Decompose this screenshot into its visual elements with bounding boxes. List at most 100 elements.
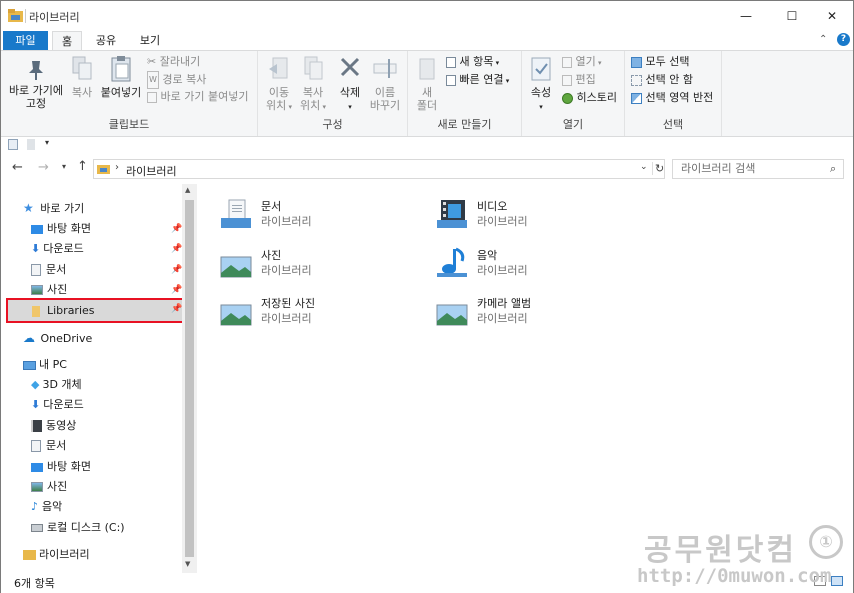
nav-pictures[interactable]: 사진 📌	[31, 280, 183, 300]
open-button[interactable]: 열기 ▾	[562, 54, 602, 70]
nav-libraries[interactable]: 라이브러리	[23, 545, 90, 565]
help-icon[interactable]: ?	[837, 33, 850, 46]
properties-check-icon[interactable]	[8, 139, 18, 150]
open-group: 속성 ▾ 열기 ▾ 편집 히스토리 열기	[522, 51, 625, 136]
library-item-documents[interactable]: 문서 라이브러리	[219, 198, 399, 238]
new-folder-button[interactable]: 새 폴더	[412, 55, 442, 112]
pictures-library-icon	[220, 256, 252, 278]
library-item-pictures[interactable]: 사진 라이브러리	[219, 247, 399, 287]
refresh-icon[interactable]: ↻	[652, 162, 664, 175]
pin-quick-access-button[interactable]: 바로 가기에 고정	[7, 59, 65, 110]
nav-pc-desktop-label: 바탕 화면	[47, 460, 91, 473]
folder-icon	[32, 306, 40, 317]
nav-scrollbar[interactable]: ▲ ▼	[182, 184, 197, 573]
breadcrumb-library[interactable]: 라이브러리	[126, 163, 177, 179]
copy-path-button[interactable]: W 경로 복사	[147, 71, 206, 89]
nav-desktop[interactable]: 바탕 화면 📌	[31, 219, 183, 239]
close-button[interactable]: ✕	[809, 1, 854, 31]
nav-libraries-root-label: 라이브러리	[39, 548, 90, 561]
scroll-up-icon[interactable]: ▲	[185, 186, 190, 194]
tab-view[interactable]: 보기	[135, 31, 165, 50]
minimize-button[interactable]: —	[723, 1, 769, 31]
nav-videos[interactable]: 동영상	[31, 416, 76, 436]
easy-access-button[interactable]: 빠른 연결 ▾	[446, 72, 509, 88]
large-icons-view-icon[interactable]	[831, 576, 843, 586]
item-count: 6개 항목	[14, 577, 55, 590]
forward-arrow-icon[interactable]: →	[38, 160, 49, 175]
rename-label-2: 바꾸기	[369, 99, 401, 112]
new-item-button[interactable]: 새 항목 ▾	[446, 54, 499, 70]
tab-file[interactable]: 파일	[3, 31, 48, 50]
nav-quick-access[interactable]: ★ 바로 가기	[23, 198, 84, 218]
item-type: 라이브러리	[477, 312, 528, 325]
nav-pc-pictures[interactable]: 사진	[31, 477, 67, 497]
library-item-saved-pictures[interactable]: 저장된 사진 라이브러리	[219, 295, 399, 335]
nav-pc-documents-label: 문서	[46, 439, 67, 452]
address-dropdown-icon[interactable]: ⌄	[640, 162, 648, 172]
nav-pc-desktop[interactable]: 바탕 화면	[31, 457, 91, 477]
nav-libraries-label: Libraries	[47, 304, 95, 317]
library-item-camera-roll[interactable]: 카메라 앨범 라이브러리	[435, 295, 615, 335]
delete-label: 삭제	[339, 86, 361, 99]
nav-pc-downloads-label: 다운로드	[43, 398, 84, 411]
item-type: 라이브러리	[261, 312, 312, 325]
rename-button[interactable]: 이름 바꾸기	[368, 55, 402, 112]
move-to-button[interactable]: 이동 위치 ▾	[262, 55, 296, 114]
nav-onedrive[interactable]: ☁ OneDrive	[23, 328, 92, 348]
search-placeholder: 라이브러리 검색	[681, 162, 756, 175]
library-item-music[interactable]: 음악 라이브러리	[435, 247, 615, 287]
copy-icon	[72, 56, 92, 80]
address-box[interactable]: › 라이브러리 ⌄ ↻	[93, 159, 665, 179]
nav-pc-downloads[interactable]: ⬇ 다운로드	[31, 395, 84, 415]
select-none-button[interactable]: 선택 안 함	[631, 72, 693, 88]
pictures-icon	[31, 285, 43, 295]
scrollbar-thumb[interactable]	[185, 200, 194, 557]
properties-button[interactable]: 속성 ▾	[526, 55, 556, 114]
new-folder-small-icon[interactable]	[27, 139, 35, 150]
nav-music-label: 음악	[42, 500, 63, 513]
chevron-up-icon[interactable]: ⌃	[819, 34, 827, 45]
pin-small-icon: 📌	[171, 285, 183, 295]
select-all-button[interactable]: 모두 선택	[631, 54, 689, 70]
nav-local-disk[interactable]: 로컬 디스크 (C:)	[31, 518, 125, 538]
clipboard-group: 바로 가기에 고정 복사 붙여넣기 ✂ 잘라내기 W 경로 복사 바로 가기 붙…	[1, 51, 258, 136]
scissors-icon: ✂	[147, 55, 157, 68]
library-item-videos[interactable]: 비디오 라이브러리	[435, 198, 615, 238]
nav-music[interactable]: ♪ 음악	[31, 497, 62, 517]
nav-pc-documents[interactable]: 문서	[31, 436, 66, 456]
nav-this-pc[interactable]: 내 PC	[23, 355, 67, 375]
item-type: 라이브러리	[477, 264, 528, 277]
history-button[interactable]: 히스토리	[562, 90, 617, 106]
pin-small-icon: 📌	[171, 304, 183, 314]
delete-x-icon	[340, 57, 360, 77]
up-arrow-icon[interactable]: ↑	[77, 159, 88, 174]
pin-label-2: 고정	[25, 97, 47, 110]
back-arrow-icon[interactable]: ←	[12, 160, 23, 175]
move-icon	[269, 57, 288, 79]
scroll-down-icon[interactable]: ▼	[185, 560, 190, 568]
cut-button[interactable]: ✂ 잘라내기	[147, 54, 200, 70]
copy-label: 복사	[71, 86, 93, 99]
copy-to-button[interactable]: 복사 위치 ▾	[296, 55, 330, 114]
tab-home[interactable]: 홈	[52, 31, 82, 51]
window-title: 라이브러리	[29, 11, 80, 24]
nav-libraries-selected[interactable]: Libraries 📌	[6, 298, 187, 323]
nav-downloads[interactable]: ⬇ 다운로드 📌	[31, 239, 183, 259]
tab-share[interactable]: 공유	[91, 31, 121, 50]
copy-button[interactable]: 복사	[67, 55, 97, 99]
select-group: 모두 선택 선택 안 함 선택 영역 반전 선택	[625, 51, 722, 136]
explorer-window: 라이브러리 — ☐ ✕ 파일 홈 공유 보기 ⌃ ? 바로 가기에 고정 복사	[0, 0, 854, 593]
invert-selection-button[interactable]: 선택 영역 반전	[631, 90, 713, 106]
rename-icon	[373, 59, 397, 78]
title-bar: 라이브러리 — ☐ ✕	[1, 1, 853, 31]
nav-3d-objects[interactable]: ◆ 3D 개체	[31, 375, 82, 395]
watermark-logo-icon: ①	[809, 525, 843, 559]
paste-button[interactable]: 붙여넣기	[99, 55, 143, 99]
delete-button[interactable]: 삭제 ▾	[334, 55, 366, 114]
customize-dropdown-icon[interactable]: ▾	[45, 138, 49, 147]
search-input[interactable]: 라이브러리 검색 ⌕	[672, 159, 844, 179]
nav-documents[interactable]: 문서 📌	[31, 260, 183, 280]
recent-dropdown-icon[interactable]: ▾	[62, 162, 66, 171]
edit-button[interactable]: 편집	[562, 72, 596, 88]
paste-shortcut-button[interactable]: 바로 가기 붙여넣기	[147, 89, 248, 105]
